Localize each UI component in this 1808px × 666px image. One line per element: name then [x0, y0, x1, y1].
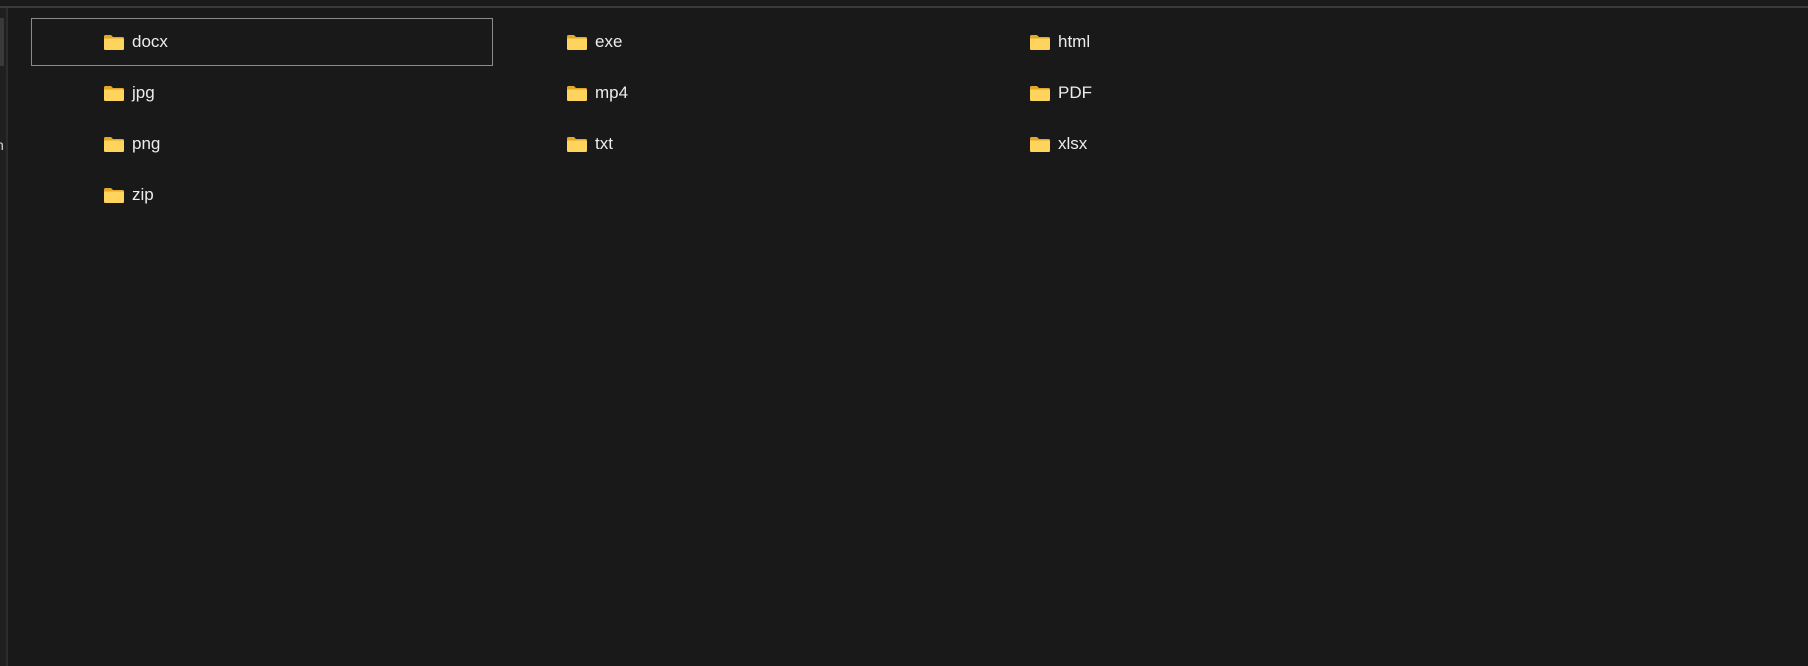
folder-name: txt: [595, 134, 613, 153]
folder-icon: [1029, 33, 1051, 51]
folder-icon: [566, 33, 588, 51]
folder-content-area[interactable]: docx exe html jpg mp4 PDF png txt xlsx z…: [18, 12, 1808, 666]
folder-icon: [103, 33, 125, 51]
window-top-divider: [0, 0, 1808, 8]
folder-item-xlsx[interactable]: xlsx: [957, 120, 1419, 168]
folder-icon: [1029, 84, 1051, 102]
folder-icon: [566, 135, 588, 153]
folder-item-zip[interactable]: zip: [31, 171, 493, 219]
folder-item-mp4[interactable]: mp4: [494, 69, 956, 117]
folder-name: PDF: [1058, 83, 1092, 102]
navigation-pane-edge[interactable]: [0, 8, 8, 666]
folder-item-png[interactable]: png: [31, 120, 493, 168]
folder-item-html[interactable]: html: [957, 18, 1419, 66]
folder-item-txt[interactable]: txt: [494, 120, 956, 168]
folder-name: html: [1058, 32, 1091, 51]
folder-name: mp4: [595, 83, 629, 102]
file-explorer-window: docx exe html: [0, 0, 1808, 666]
folder-name: jpg: [132, 83, 155, 102]
folder-icon: [103, 186, 125, 204]
folder-icon: [566, 84, 588, 102]
folder-item-pdf[interactable]: PDF: [957, 69, 1419, 117]
folder-name: docx: [132, 32, 168, 51]
folder-name: zip: [132, 185, 154, 204]
folder-name: png: [132, 134, 161, 153]
folder-grid: docx exe html jpg mp4 PDF png txt xlsx z…: [18, 12, 1408, 232]
navigation-pane-selection-indicator: [0, 18, 4, 66]
folder-item-docx[interactable]: docx: [31, 18, 493, 66]
folder-item-exe[interactable]: exe: [494, 18, 956, 66]
folder-item-jpg[interactable]: jpg: [31, 69, 493, 117]
navigation-pane-cropped-text: [0, 138, 4, 152]
folder-icon: [1029, 135, 1051, 153]
folder-icon: [103, 84, 125, 102]
folder-name: exe: [595, 32, 623, 51]
folder-name: xlsx: [1058, 134, 1088, 153]
folder-icon: [103, 135, 125, 153]
